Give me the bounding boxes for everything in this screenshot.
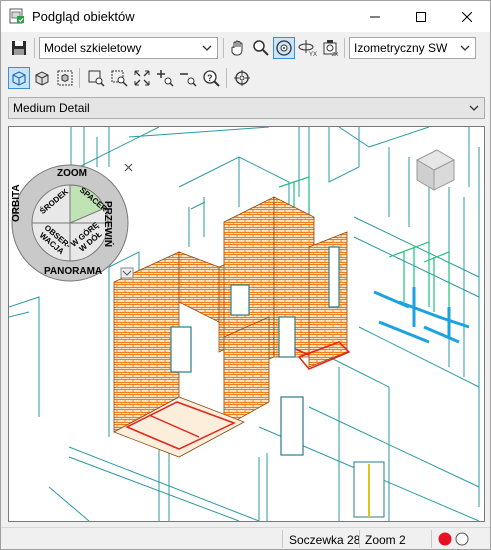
- wireframe-cube-button[interactable]: [8, 67, 30, 89]
- save-icon: [12, 41, 26, 55]
- yellow-door: [353, 461, 385, 518]
- shaded-cube-icon: [35, 71, 49, 86]
- toolbar-top: Model szkieletowy YX ZX Izometryczny SW: [1, 34, 490, 62]
- close-icon: [462, 11, 472, 22]
- zoom-in-button[interactable]: [154, 67, 176, 89]
- rotate-axis-icon: YX: [298, 40, 317, 57]
- blue-pipes: [373, 287, 470, 344]
- zoom-window-button[interactable]: [85, 67, 107, 89]
- separator: [34, 38, 35, 58]
- camera-button[interactable]: ZX: [319, 37, 341, 59]
- pan-button[interactable]: [227, 37, 249, 59]
- zoom-out-button[interactable]: [177, 67, 199, 89]
- wireframe-cube-icon: [12, 71, 26, 86]
- detail-level-combo[interactable]: Medium Detail: [8, 97, 485, 119]
- app-icon: [9, 8, 24, 24]
- maximize-button[interactable]: [398, 1, 444, 32]
- wheel-zoom-label[interactable]: ZOOM: [57, 168, 87, 179]
- minimize-button[interactable]: [352, 1, 398, 32]
- camera-icon: ZX: [323, 40, 339, 57]
- zoom-help-icon: ?: [203, 70, 220, 87]
- zoom-previous-button[interactable]: ?: [200, 67, 222, 89]
- chevron-down-icon: [202, 45, 212, 51]
- close-button[interactable]: [444, 1, 490, 32]
- zoom-extents-icon: [134, 70, 150, 86]
- status-bar: Soczewka 28 Zoom 2: [1, 527, 490, 550]
- zoom-window-icon: [88, 70, 105, 87]
- orbit-icon: [276, 40, 292, 56]
- view-cube-settings-button[interactable]: [54, 67, 76, 89]
- lens-status: Soczewka 28: [289, 533, 361, 547]
- save-button[interactable]: [8, 37, 30, 59]
- cube-settings-icon: [57, 70, 73, 86]
- shaded-cube-button[interactable]: [31, 67, 53, 89]
- detail-level-value: Medium Detail: [13, 101, 90, 115]
- separator: [226, 68, 227, 88]
- toolbar-bottom: ?: [1, 64, 490, 92]
- title-bar: Podgląd obiektów: [1, 1, 490, 32]
- orbit-button[interactable]: [273, 37, 295, 59]
- object-viewer-window: Podgląd obiektów Model szkieletowy YX ZX…: [0, 0, 491, 550]
- empty-status-icon[interactable]: [455, 532, 469, 546]
- separator: [359, 530, 360, 548]
- separator: [79, 68, 80, 88]
- view-preset-value: Izometryczny SW: [354, 41, 448, 55]
- separator: [223, 38, 224, 58]
- window-title: Podgląd obiektów: [32, 9, 135, 24]
- crosshair-icon: [234, 70, 250, 86]
- separator: [344, 38, 345, 58]
- zoom-extents-selected-button[interactable]: [108, 67, 130, 89]
- view-preset-combo[interactable]: Izometryczny SW: [349, 37, 476, 59]
- steering-wheel-button[interactable]: [231, 67, 253, 89]
- maximize-icon: [416, 11, 426, 22]
- separator: [282, 530, 283, 548]
- wheel-pan-label[interactable]: PANORAMA: [44, 266, 102, 277]
- zoom-in-icon: [157, 70, 174, 87]
- 3d-viewport[interactable]: ZOOM ORBITA PRZEWIŃ PANORAMA ŚRODEK SPAC…: [8, 126, 485, 522]
- zoom-selected-icon: [111, 70, 128, 87]
- visual-style-combo[interactable]: Model szkieletowy: [39, 37, 218, 59]
- zoom-extents-button[interactable]: [131, 67, 153, 89]
- magnifier-icon: [253, 40, 269, 56]
- chevron-down-icon: [460, 45, 470, 51]
- wheel-orbit-label[interactable]: ORBITA: [11, 184, 22, 222]
- minimize-icon: [370, 16, 380, 17]
- separator: [431, 530, 432, 548]
- svg-text:YX: YX: [309, 52, 317, 57]
- pan-hand-icon: [231, 40, 243, 56]
- chevron-down-icon: [469, 105, 479, 111]
- svg-text:?: ?: [207, 73, 213, 83]
- svg-text:ZX: ZX: [332, 52, 339, 57]
- zoom-status: Zoom 2: [365, 533, 406, 547]
- red-status-icon[interactable]: [438, 532, 452, 546]
- visual-style-value: Model szkieletowy: [44, 41, 142, 55]
- free-orbit-button[interactable]: YX: [296, 37, 318, 59]
- zoom-out-icon: [180, 73, 197, 87]
- zoom-button[interactable]: [250, 37, 272, 59]
- view-cube[interactable]: [415, 149, 456, 191]
- brick-walls: [113, 196, 348, 458]
